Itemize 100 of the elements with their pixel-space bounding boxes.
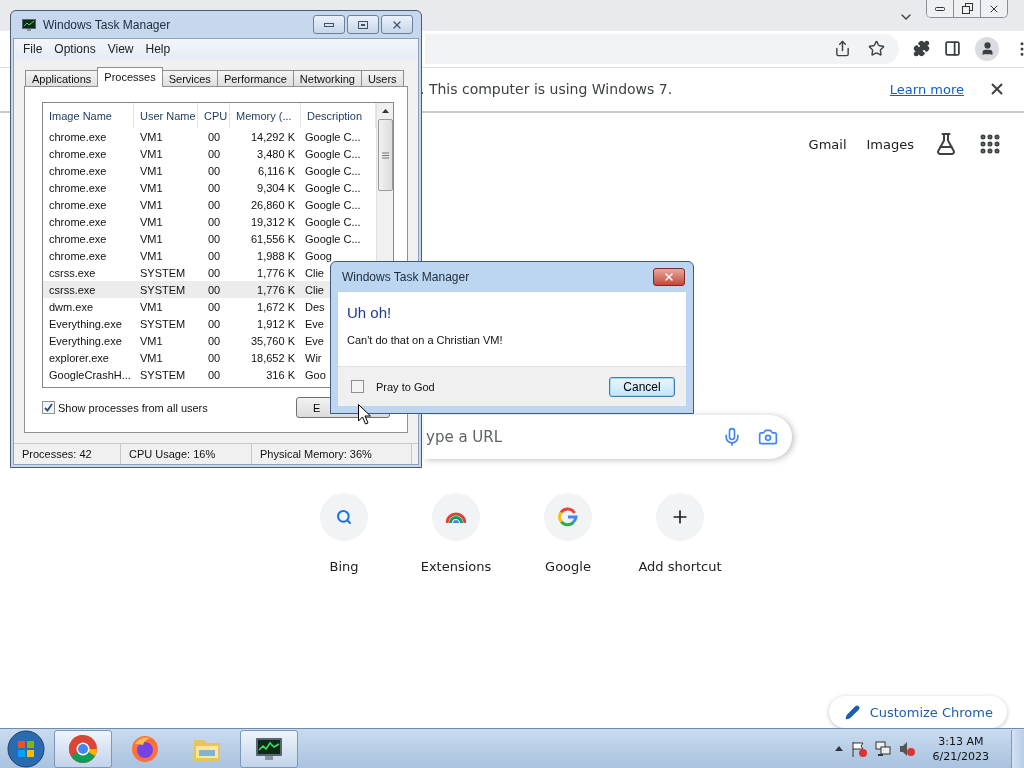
- learn-more-link[interactable]: Learn more: [889, 81, 964, 97]
- close-button[interactable]: [980, 0, 1007, 17]
- table-cell-text: 18,652 K: [249, 350, 296, 366]
- star-icon[interactable]: [868, 40, 885, 58]
- rainbow-icon: [446, 511, 466, 523]
- pray-checkbox[interactable]: Pray to God: [351, 380, 435, 393]
- shortcut-tile[interactable]: [432, 493, 480, 541]
- column-header[interactable]: CPU: [198, 103, 230, 128]
- customize-chrome-button[interactable]: Customize Chrome: [828, 696, 1007, 728]
- speaker-muted-icon[interactable]: [898, 740, 915, 757]
- shortcut-label[interactable]: Extensions: [420, 559, 492, 574]
- shortcut-tile[interactable]: [656, 493, 704, 541]
- process-row[interactable]: chrome.exe VM1 00 19,312 K Google C...: [43, 213, 376, 230]
- status-text: Physical Memory: 36%: [252, 444, 412, 464]
- clock-date[interactable]: 6/21/2023: [932, 748, 989, 764]
- table-cell-text: VM1: [139, 299, 164, 315]
- table-cell-text: Google C...: [304, 163, 361, 179]
- menu-item[interactable]: File: [18, 42, 48, 56]
- table-cell-text: VM1: [139, 350, 164, 366]
- dialog-message: Can't do that on a Christian VM!: [347, 334, 504, 346]
- table-cell-text: 00: [206, 299, 222, 315]
- tab[interactable]: Networking: [292, 70, 362, 87]
- table-cell-text: 6,116 K: [256, 163, 296, 179]
- share-icon[interactable]: [834, 40, 851, 58]
- process-row[interactable]: chrome.exe VM1 00 6,116 K Google C...: [43, 162, 376, 179]
- table-cell-text: SYSTEM: [139, 367, 187, 383]
- table-cell-text: explorer.exe: [48, 350, 110, 366]
- clock-time[interactable]: 3:13 AM: [938, 733, 984, 749]
- table-cell-text: SYSTEM: [139, 265, 187, 281]
- window-title: Windows Task Manager: [43, 17, 172, 32]
- header-link[interactable]: Images: [866, 136, 914, 152]
- minimize-button[interactable]: [313, 15, 345, 34]
- shortcut-label[interactable]: Google: [545, 559, 591, 574]
- column-header[interactable]: Image Name: [43, 103, 134, 128]
- scroll-up-icon[interactable]: [381, 109, 389, 113]
- maximize-icon: [358, 20, 368, 29]
- process-row[interactable]: chrome.exe VM1 00 3,480 K Google C...: [43, 145, 376, 162]
- process-row[interactable]: chrome.exe VM1 00 61,556 K Google C...: [43, 230, 376, 247]
- table-cell-text: 00: [206, 248, 222, 264]
- start-button[interactable]: [6, 728, 46, 768]
- flag-icon[interactable]: [850, 740, 867, 757]
- puzzle-icon[interactable]: [913, 40, 930, 58]
- status-text: CPU Usage: 16%: [121, 444, 252, 464]
- minimize-button[interactable]: [927, 0, 953, 17]
- shortcut-label[interactable]: Add shortcut: [638, 559, 722, 574]
- pencil-icon: [844, 704, 860, 720]
- tab[interactable]: Processes: [97, 67, 163, 87]
- apps-grid-icon[interactable]: [978, 132, 1002, 156]
- shortcut-tile[interactable]: [544, 493, 592, 541]
- close-icon: [663, 271, 675, 283]
- process-row[interactable]: chrome.exe VM1 00 14,292 K Google C...: [43, 128, 376, 145]
- scroll-thumb[interactable]: [377, 119, 393, 191]
- table-cell-text: Google C...: [304, 197, 361, 213]
- table-cell-text: 9,304 K: [256, 180, 296, 196]
- minimize-icon: [324, 22, 334, 27]
- table-cell-text: dwm.exe: [48, 299, 95, 315]
- show-all-users-checkbox[interactable]: Show processes from all users: [42, 401, 208, 414]
- table-cell-text: VM1: [139, 163, 164, 179]
- header-link[interactable]: Gmail: [808, 136, 847, 152]
- table-cell-text: 00: [206, 231, 222, 247]
- column-header[interactable]: Memory (...: [230, 103, 301, 128]
- table-cell-text: chrome.exe: [48, 231, 108, 247]
- tab[interactable]: Users: [360, 70, 404, 87]
- table-cell-text: Google C...: [304, 231, 361, 247]
- table-cell-text: Eve: [304, 333, 324, 349]
- caret-up-icon[interactable]: [834, 746, 843, 751]
- table-cell-text: 1,672 K: [256, 299, 296, 315]
- microphone-icon[interactable]: [722, 427, 742, 447]
- table-cell-text: Google C...: [304, 214, 361, 230]
- camera-icon[interactable]: [758, 427, 778, 447]
- taskbar-button[interactable]: [240, 729, 298, 768]
- close-button[interactable]: [653, 268, 685, 286]
- restore-button[interactable]: [953, 0, 980, 17]
- table-cell-text: csrss.exe: [48, 282, 97, 298]
- side-panel-icon[interactable]: [944, 40, 961, 58]
- table-cell-text: Clie: [304, 265, 324, 281]
- cancel-button[interactable]: Cancel: [609, 376, 675, 397]
- table-cell-text: 35,760 K: [249, 333, 296, 349]
- search-field[interactable]: ype a URL: [424, 427, 706, 447]
- network-icon[interactable]: [874, 740, 891, 757]
- tab[interactable]: Applications: [25, 70, 99, 87]
- menu-item[interactable]: View: [102, 42, 139, 56]
- tab[interactable]: Services: [161, 70, 218, 87]
- flask-icon[interactable]: [934, 132, 958, 156]
- menu-item[interactable]: Options: [49, 42, 101, 56]
- google-icon: [558, 507, 578, 527]
- table-cell-text: Everything.exe: [48, 333, 123, 349]
- process-row[interactable]: chrome.exe VM1 00 1,988 K Goog: [43, 247, 376, 264]
- status-text: Processes: 42: [14, 444, 121, 464]
- process-row[interactable]: chrome.exe VM1 00 26,860 K Google C...: [43, 196, 376, 213]
- table-cell-text: Wir: [304, 350, 322, 366]
- shortcut-tile[interactable]: [320, 493, 368, 541]
- column-header[interactable]: User Name: [134, 103, 198, 128]
- maximize-button[interactable]: [347, 15, 379, 34]
- tab[interactable]: Performance: [216, 70, 294, 87]
- shortcut-label[interactable]: Bing: [329, 559, 359, 574]
- menu-item[interactable]: Help: [140, 42, 176, 56]
- table-cell-text: chrome.exe: [48, 214, 108, 230]
- profile-icon[interactable]: [975, 36, 999, 61]
- process-row[interactable]: chrome.exe VM1 00 9,304 K Google C...: [43, 179, 376, 196]
